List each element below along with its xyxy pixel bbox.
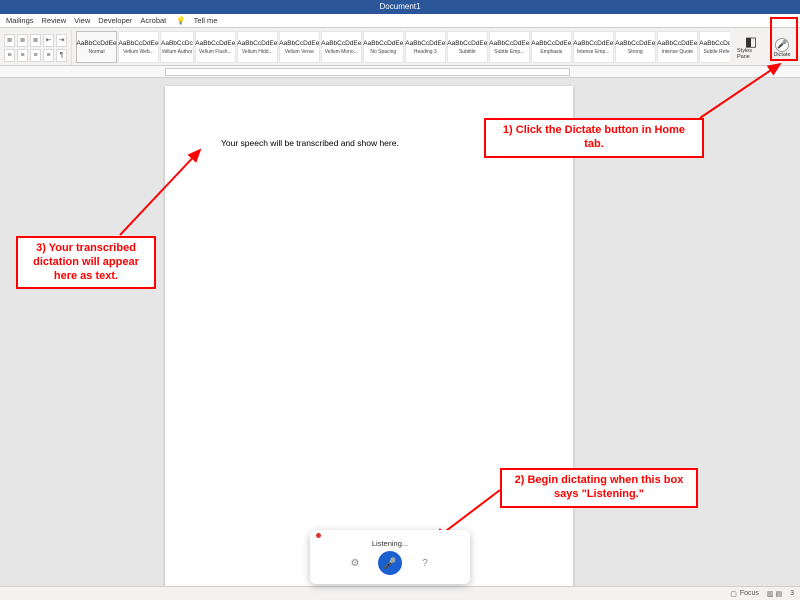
- style-preview: AaBbCcDdEe: [237, 40, 277, 47]
- style-preview: AaBbCcDdEe: [657, 40, 697, 47]
- tab-acrobat[interactable]: Acrobat: [140, 16, 166, 25]
- status-bar: ▢ Focus ▥ ▤ 3: [0, 586, 800, 600]
- style-vellum-author[interactable]: AaBbCcDc Vellum Author: [160, 31, 194, 63]
- dictation-status: Listening...: [372, 539, 408, 548]
- style-preview: AaBbCcDdEe: [699, 40, 730, 47]
- style-name: Vellum Hidd...: [242, 49, 273, 55]
- title-bar: Document1: [0, 0, 800, 14]
- decrease-indent-button[interactable]: ⇤: [43, 34, 54, 47]
- style-name: No Spacing: [370, 49, 396, 55]
- tab-review[interactable]: Review: [42, 16, 67, 25]
- style-name: Subtle Emp...: [494, 49, 524, 55]
- style-strong[interactable]: AaBbCcDdEe Strong: [615, 31, 656, 63]
- dictate-button[interactable]: 🎤 Dictate: [768, 30, 796, 65]
- style-preview: AaBbCcDdEe: [195, 40, 235, 47]
- style-preview: AaBbCcDdEe: [531, 40, 571, 47]
- style-vellum-flush-[interactable]: AaBbCcDdEe Vellum Flush...: [195, 31, 236, 63]
- style-name: Emphasis: [540, 49, 562, 55]
- dictate-label: Dictate: [773, 52, 790, 58]
- dictation-toolbar[interactable]: Listening... ⚙ 🎤 ?: [310, 530, 470, 584]
- styles-pane-button[interactable]: ◧ Styles Pane: [736, 30, 766, 65]
- style-name: Subtle Refer...: [703, 49, 730, 55]
- numbering-button[interactable]: ≣: [17, 34, 28, 47]
- callout-1: 1) Click the Dictate button in Home tab.: [484, 118, 704, 158]
- show-marks-button[interactable]: ¶: [56, 49, 67, 62]
- style-name: Strong: [628, 49, 643, 55]
- style-vellum-web-[interactable]: AaBbCcDdEe Vellum Web...: [118, 31, 159, 63]
- view-buttons[interactable]: ▥ ▤: [767, 590, 782, 598]
- document-page[interactable]: Your speech will be transcribed and show…: [165, 86, 573, 586]
- style-intense-emp-[interactable]: AaBbCcDdEe Intense Emp...: [573, 31, 614, 63]
- style-emphasis[interactable]: AaBbCcDdEe Emphasis: [531, 31, 572, 63]
- ribbon-tabs: Mailings Review View Developer Acrobat 💡…: [0, 14, 800, 28]
- style-intense-quote[interactable]: AaBbCcDdEe Intense Quote: [657, 31, 698, 63]
- tell-me-search[interactable]: Tell me: [194, 16, 218, 25]
- style-normal[interactable]: AaBbCcDdEe Normal: [76, 31, 117, 63]
- style-preview: AaBbCcDdEe: [118, 40, 158, 47]
- style-preview: AaBbCcDdEe: [279, 40, 319, 47]
- style-heading-3[interactable]: AaBbCcDdEe Heading 3: [405, 31, 446, 63]
- style-preview: AaBbCcDdEe: [447, 40, 487, 47]
- style-preview: AaBbCcDdEe: [573, 40, 613, 47]
- tab-mailings[interactable]: Mailings: [6, 16, 34, 25]
- style-vellum-verse[interactable]: AaBbCcDdEe Vellum Verse: [279, 31, 320, 63]
- multilevel-list-button[interactable]: ≣: [30, 34, 41, 47]
- increase-indent-button[interactable]: ⇥: [56, 34, 67, 47]
- style-no-spacing[interactable]: AaBbCcDdEe No Spacing: [363, 31, 404, 63]
- align-center-button[interactable]: ≡: [17, 49, 28, 62]
- justify-button[interactable]: ≡: [43, 49, 54, 62]
- style-preview: AaBbCcDc: [161, 40, 193, 47]
- style-name: Vellum Flush...: [199, 49, 232, 55]
- styles-pane-label: Styles Pane: [737, 48, 765, 60]
- style-name: Vellum Web...: [123, 49, 154, 55]
- style-vellum-mono-[interactable]: AaBbCcDdEe Vellum Mono...: [321, 31, 362, 63]
- page-indicator: 3: [790, 590, 794, 597]
- style-subtle-emp-[interactable]: AaBbCcDdEe Subtle Emp...: [489, 31, 530, 63]
- dictation-settings-icon[interactable]: ⚙: [348, 556, 362, 570]
- style-preview: AaBbCcDdEe: [615, 40, 655, 47]
- focus-mode-button[interactable]: ▢ Focus: [730, 590, 759, 598]
- style-name: Vellum Verse: [285, 49, 314, 55]
- dictation-mic-button[interactable]: 🎤: [378, 551, 402, 575]
- align-left-button[interactable]: ≡: [4, 49, 15, 62]
- style-preview: AaBbCcDdEe: [363, 40, 403, 47]
- style-name: Vellum Mono...: [325, 49, 358, 55]
- lightbulb-icon: 💡: [176, 16, 185, 25]
- style-preview: AaBbCcDdEe: [489, 40, 529, 47]
- style-name: Intense Quote: [662, 49, 693, 55]
- callout-2: 2) Begin dictating when this box says "L…: [500, 468, 698, 508]
- style-name: Normal: [88, 49, 104, 55]
- microphone-icon: 🎤: [383, 557, 397, 570]
- document-body-text[interactable]: Your speech will be transcribed and show…: [221, 138, 399, 148]
- style-subtle-refer-[interactable]: AaBbCcDdEe Subtle Refer...: [699, 31, 730, 63]
- focus-icon: ▢: [730, 590, 737, 598]
- dictate-mic-icon: 🎤: [775, 38, 789, 52]
- tab-developer[interactable]: Developer: [98, 16, 132, 25]
- style-subtitle[interactable]: AaBbCcDdEe Subtitle: [447, 31, 488, 63]
- ribbon: ≣ ≣ ≣ ⇤ ⇥ ≡ ≡ ≡ ≡ ¶ AaBbCcDdEeNormalAaBb…: [0, 28, 800, 66]
- style-name: Heading 3: [414, 49, 437, 55]
- style-name: Intense Emp...: [577, 49, 609, 55]
- styles-gallery[interactable]: AaBbCcDdEeNormalAaBbCcDdEeVellum Web...A…: [76, 30, 730, 65]
- horizontal-ruler[interactable]: [0, 66, 800, 78]
- style-name: Subtitle: [459, 49, 476, 55]
- paragraph-group: ≣ ≣ ≣ ⇤ ⇥ ≡ ≡ ≡ ≡ ¶: [4, 30, 72, 65]
- align-right-button[interactable]: ≡: [30, 49, 41, 62]
- styles-pane-icon: ◧: [745, 35, 757, 48]
- callout-3: 3) Your transcribed dictation will appea…: [16, 236, 156, 289]
- recording-indicator-icon: [316, 533, 321, 538]
- document-title: Document1: [380, 2, 421, 11]
- tab-view[interactable]: View: [74, 16, 90, 25]
- bullets-button[interactable]: ≣: [4, 34, 15, 47]
- dictation-help-icon[interactable]: ?: [418, 556, 432, 570]
- style-vellum-hidd-[interactable]: AaBbCcDdEe Vellum Hidd...: [237, 31, 278, 63]
- style-preview: AaBbCcDdEe: [321, 40, 361, 47]
- style-preview: AaBbCcDdEe: [76, 40, 116, 47]
- style-preview: AaBbCcDdEe: [405, 40, 445, 47]
- style-name: Vellum Author: [161, 49, 192, 55]
